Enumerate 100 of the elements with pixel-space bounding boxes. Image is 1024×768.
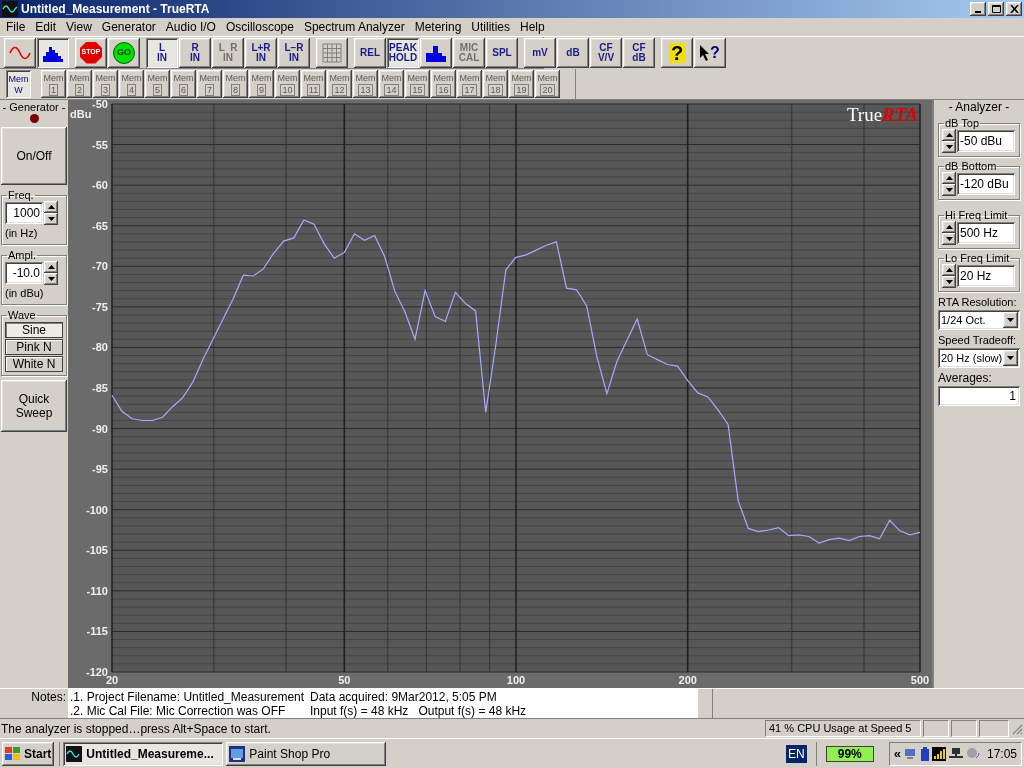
toolbar-button[interactable]: mV <box>524 37 556 68</box>
spin-up-button[interactable] <box>942 221 956 233</box>
taskbar-task[interactable]: Paint Shop Pro <box>226 741 387 766</box>
spin-up-button[interactable] <box>942 129 956 141</box>
app-icon <box>2 1 18 17</box>
spectrum-button[interactable] <box>37 37 69 68</box>
menu-item[interactable]: Audio I/O <box>160 18 221 36</box>
toolbar-button[interactable]: CF dB <box>623 37 655 68</box>
menu-item[interactable]: File <box>1 18 31 36</box>
cpu-status: 41 % CPU Usage at Speed 5 <box>765 720 921 737</box>
windows-logo-icon <box>5 746 21 761</box>
spin-down-button[interactable] <box>942 233 956 245</box>
value-field[interactable]: 500 Hz <box>957 222 1015 244</box>
value-field[interactable]: 20 Hz <box>957 265 1015 287</box>
dropdown[interactable]: 20 Hz (slow) <box>938 348 1020 368</box>
down-arrow-icon <box>945 145 953 149</box>
value-field[interactable]: -120 dBu <box>957 173 1015 195</box>
battery-indicator[interactable]: 99% <box>825 745 874 762</box>
dropdown-arrow-icon <box>1007 356 1014 360</box>
spin-down-button[interactable] <box>942 276 956 288</box>
group-label: Wave <box>7 309 37 321</box>
language-indicator[interactable]: EN <box>786 744 807 763</box>
status-message: The analyzer is stopped…press Alt+Space to start. <box>1 720 272 738</box>
start-button[interactable]: Start <box>2 741 55 766</box>
pointer-icon <box>700 44 711 61</box>
spin-up-button[interactable] <box>44 201 58 213</box>
group-label: Ampl. <box>7 249 38 261</box>
y-tick-label: -85 <box>92 382 108 394</box>
toolbar-button[interactable]: L+R IN <box>245 37 277 68</box>
toolbar-button[interactable]: PEAK HOLD <box>387 37 419 68</box>
menu-item[interactable]: Metering <box>409 18 467 36</box>
show-hidden-icons[interactable]: « <box>893 743 901 764</box>
menu-item[interactable]: View <box>61 18 97 36</box>
histogram-button[interactable] <box>420 37 452 68</box>
down-arrow-icon <box>47 217 55 221</box>
toolbar-button[interactable]: REL <box>354 37 386 68</box>
group-label: dB Bottom <box>944 160 998 172</box>
signal-icon[interactable] <box>931 746 946 761</box>
menu-item[interactable]: Oscilloscope <box>220 18 299 36</box>
spin-up-button[interactable] <box>942 172 956 184</box>
value-field[interactable]: 1000 <box>5 202 43 224</box>
waveform-app-icon <box>66 745 83 762</box>
value-field[interactable]: -10.0 <box>5 262 43 284</box>
maximize-icon <box>991 5 1001 13</box>
x-tick-label: 50 <box>338 674 351 686</box>
menu-item[interactable]: Spectrum Analyzer <box>298 18 410 36</box>
maximize-button[interactable] <box>988 2 1004 16</box>
spin-down-button[interactable] <box>44 273 58 285</box>
toolbar-button[interactable]: L−R IN <box>278 37 310 68</box>
note-text: Input f(s) = 48 kHz Output f(s) = 48 kHz <box>310 704 528 718</box>
menu-item[interactable]: Help <box>515 18 550 36</box>
spin-down-button[interactable] <box>942 141 956 153</box>
up-arrow-icon <box>945 133 953 137</box>
help-button[interactable]: ? <box>661 37 693 68</box>
y-tick-label: -50 <box>92 100 108 110</box>
oscilloscope-button[interactable] <box>4 37 36 68</box>
network-icon[interactable] <box>948 746 963 761</box>
computer-icon[interactable] <box>903 746 918 761</box>
value-field[interactable]: -50 dBu <box>957 130 1015 152</box>
spin-down-button[interactable] <box>942 184 956 196</box>
go-button[interactable]: GO <box>108 37 140 68</box>
y-tick-label: -70 <box>92 260 108 273</box>
on-off-button[interactable]: On/Off <box>1 127 67 185</box>
spin-down-button[interactable] <box>44 213 58 225</box>
context-help-button[interactable]: ? <box>694 37 726 68</box>
up-arrow-icon <box>945 176 953 180</box>
resize-grip-icon <box>1011 722 1023 735</box>
unit-label: (in Hz) <box>5 226 39 241</box>
wave-option[interactable]: Pink N <box>5 339 63 355</box>
menu-item[interactable]: Utilities <box>466 18 515 36</box>
x-tick-label: 500 <box>910 674 930 686</box>
grid-button[interactable] <box>316 37 348 68</box>
memory-button[interactable]: Mem W <box>6 70 31 98</box>
group-label: Lo Freq Limit <box>944 252 1011 264</box>
y-tick-label: -110 <box>86 584 108 597</box>
menu-item[interactable]: Generator <box>96 18 161 36</box>
toolbar-button[interactable]: CF V/V <box>590 37 622 68</box>
spin-up-button[interactable] <box>44 261 58 273</box>
menu-item[interactable]: Edit <box>30 18 62 36</box>
note-text: .2. Mic Cal File: Mic Correction was OFF <box>70 704 287 718</box>
spin-up-button[interactable] <box>942 264 956 276</box>
x-tick-label: 100 <box>506 674 526 686</box>
battery-icon[interactable] <box>920 746 929 761</box>
dropdown[interactable]: 1/24 Oct. <box>938 310 1020 330</box>
close-button[interactable] <box>1006 2 1022 16</box>
y-tick-label: -65 <box>92 219 108 232</box>
field-label: Averages: <box>938 371 993 386</box>
quick-sweep-button[interactable]: Quick Sweep <box>1 380 67 432</box>
toolbar-button[interactable]: R IN <box>179 37 211 68</box>
wave-option[interactable]: Sine <box>5 322 63 338</box>
taskbar-task[interactable]: Untitled_Measureme... <box>63 741 224 766</box>
averages-field[interactable]: 1 <box>938 386 1020 406</box>
up-arrow-icon <box>945 225 953 229</box>
wave-option[interactable]: White N <box>5 356 63 372</box>
toolbar-button[interactable]: dB <box>557 37 589 68</box>
toolbar-button[interactable]: L IN <box>146 37 178 68</box>
group-label: Freq. <box>7 189 35 201</box>
toolbar-button[interactable]: SPL <box>486 37 518 68</box>
y-tick-label: -80 <box>92 341 108 354</box>
minimize-button[interactable] <box>970 2 986 16</box>
